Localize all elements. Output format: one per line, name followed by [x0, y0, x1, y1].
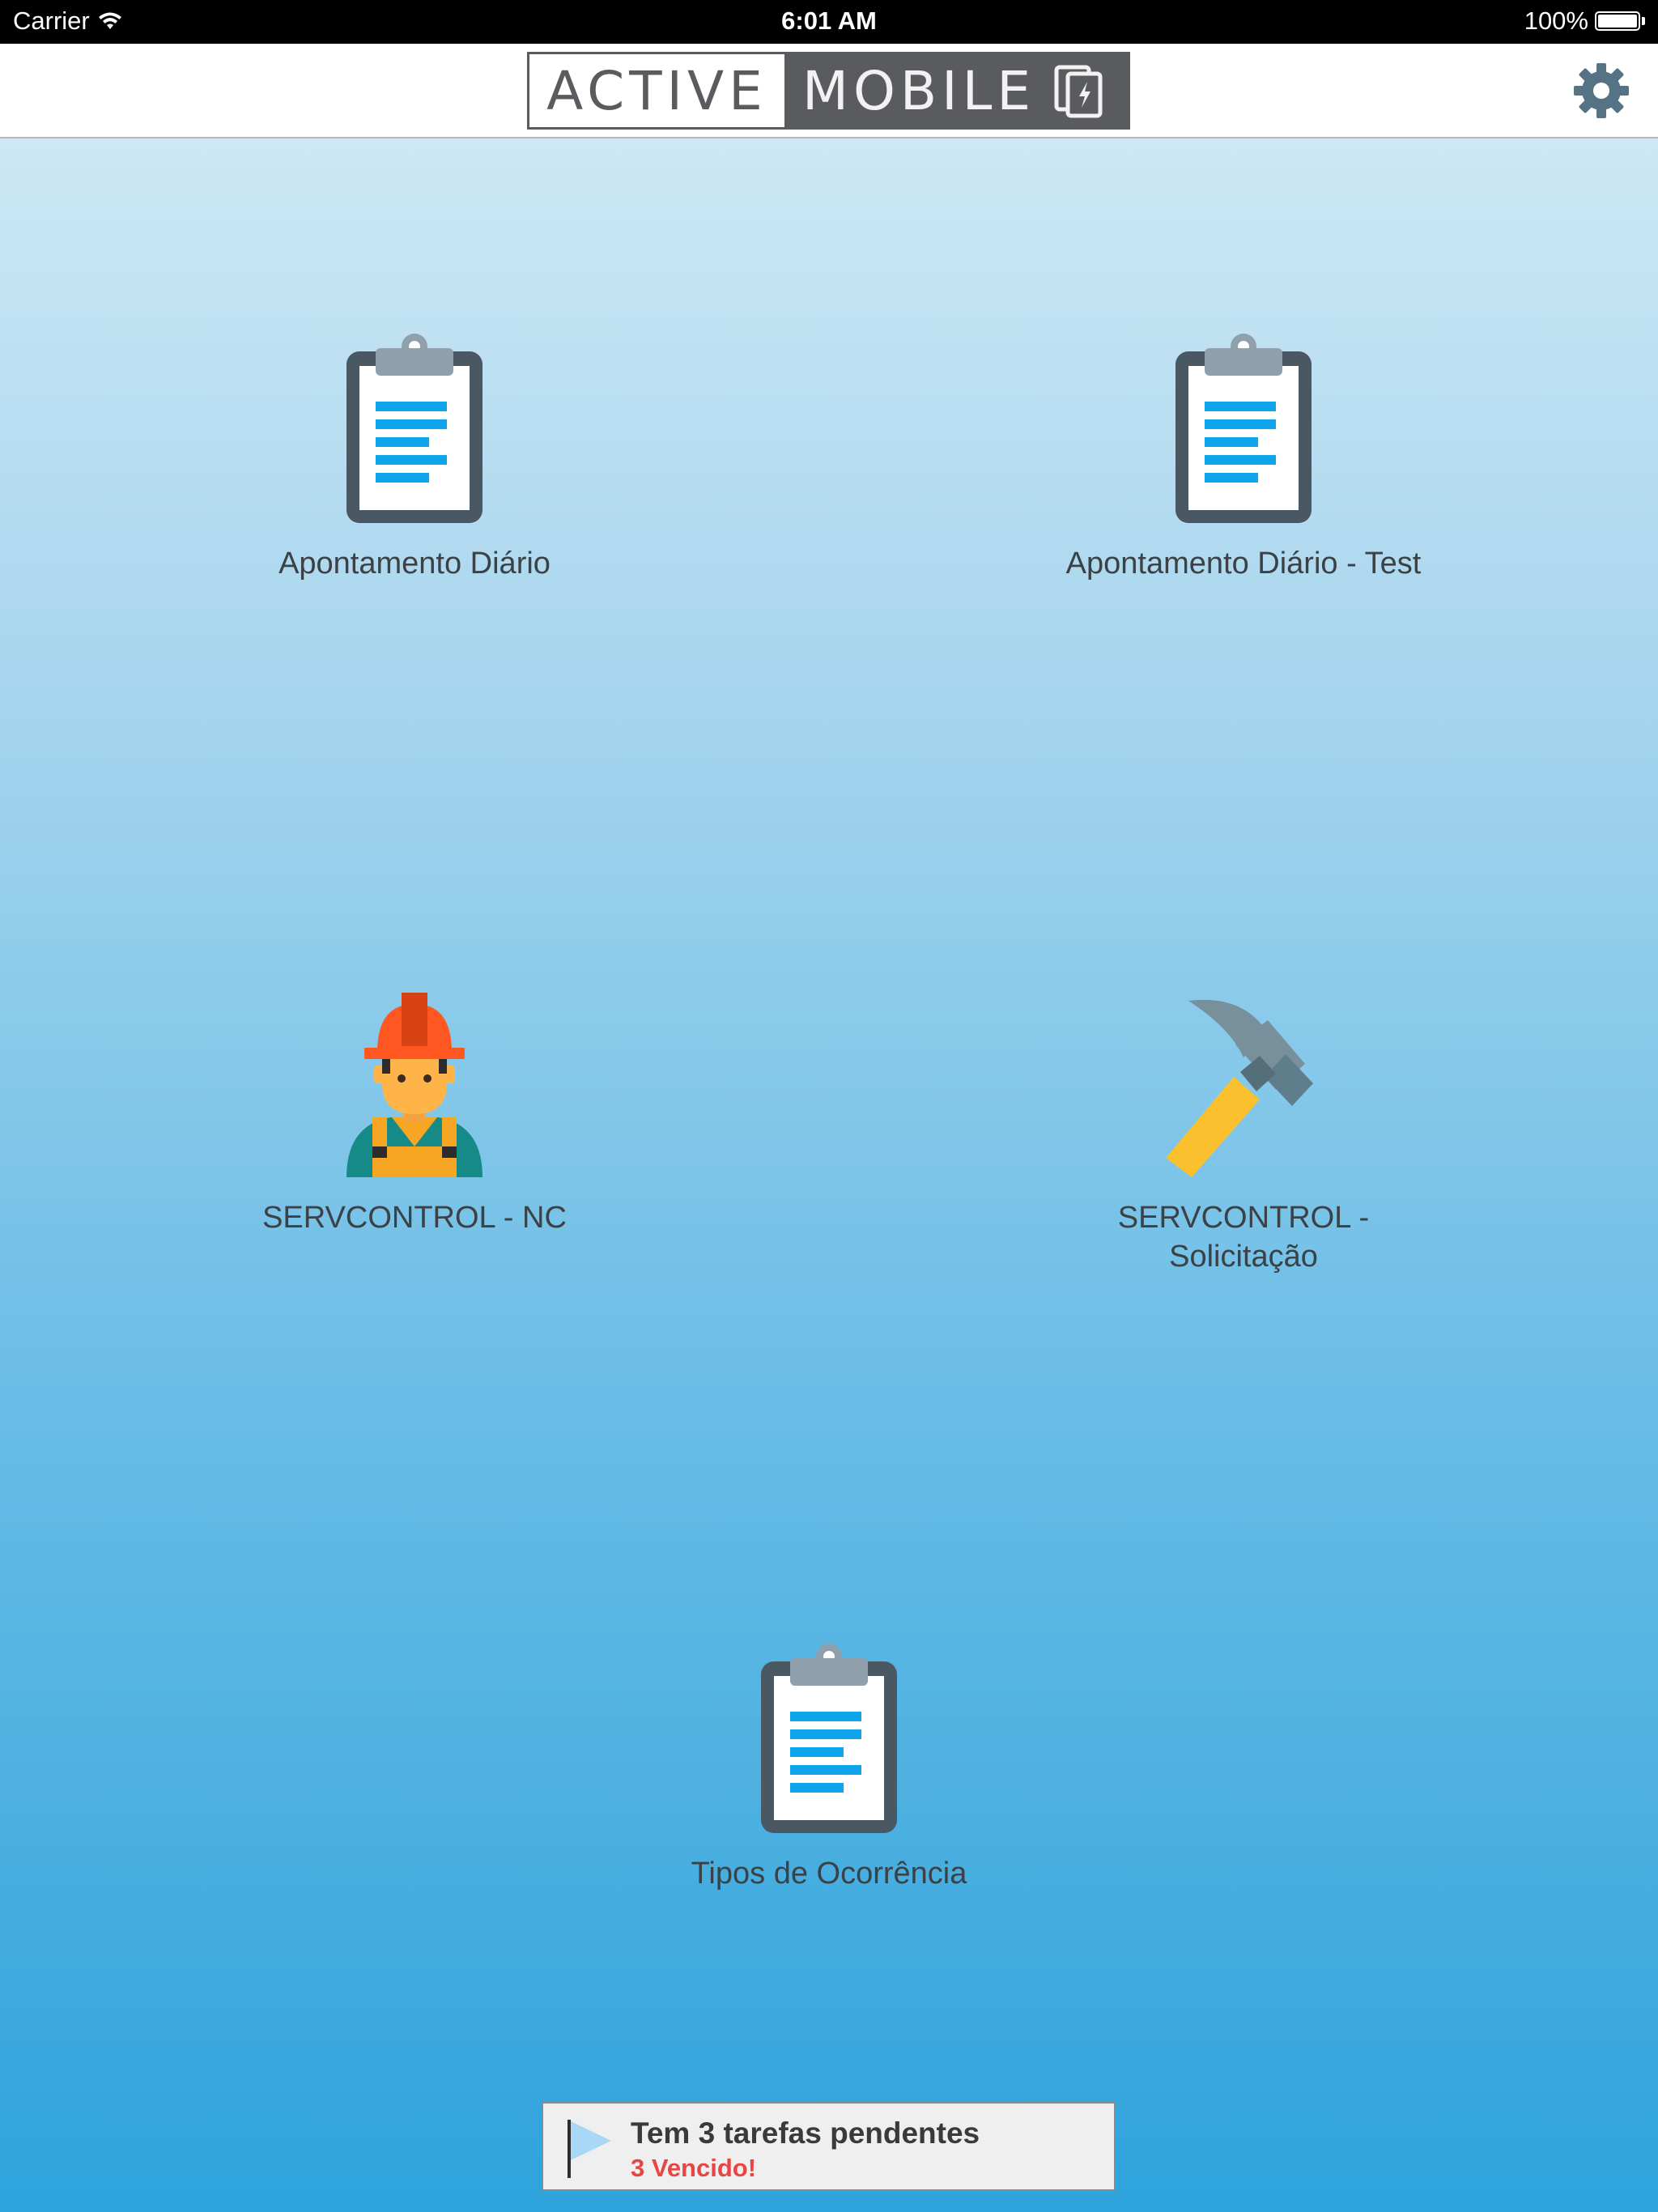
tile-apontamento-diario-test[interactable]: Apontamento Diário - Test	[1001, 334, 1486, 583]
nav-bar: ACTIVE MOBILE	[0, 44, 1658, 138]
tile-tipos-de-ocorrencia[interactable]: Tipos de Ocorrência	[586, 1644, 1072, 1893]
tile-label: Apontamento Diário	[278, 547, 551, 581]
flag-icon	[568, 2120, 611, 2178]
battery-icon	[1595, 11, 1640, 31]
tile-label: Apontamento Diário - Test	[1065, 547, 1422, 581]
pending-tasks-notification[interactable]: Tem 3 tarefas pendentes 3 Vencido!	[542, 2102, 1116, 2191]
tile-label: Tipos de Ocorrência	[691, 1857, 967, 1891]
battery-percent: 100%	[1524, 6, 1588, 35]
active-mobile-logo: ACTIVE MOBILE	[527, 52, 1130, 130]
gear-icon[interactable]	[1572, 62, 1630, 120]
tile-label: SERVCONTROL - NC	[262, 1201, 567, 1235]
status-time: 6:01 AM	[781, 6, 877, 35]
notification-subtitle: 3 Vencido!	[631, 2154, 757, 2182]
tile-apontamento-diario[interactable]: Apontamento Diário	[172, 334, 657, 583]
tile-servcontrol-nc[interactable]: SERVCONTROL - NC	[172, 988, 657, 1237]
clipboard-icon	[1171, 334, 1316, 528]
battery-indicator: 100%	[1524, 6, 1645, 36]
tile-label: SERVCONTROL - Solicitação	[1117, 1201, 1370, 1274]
logo-mobile-text: MOBILE	[802, 59, 1036, 122]
logo-active-text: ACTIVE	[529, 54, 784, 127]
battery-tip	[1642, 17, 1645, 25]
notification-title: Tem 3 tarefas pendentes	[631, 2116, 980, 2150]
status-bar: Carrier 6:01 AM 100%	[0, 0, 1658, 44]
clipboard-icon	[756, 1644, 902, 1838]
logo-device-icon	[1054, 65, 1103, 118]
tile-servcontrol-solicitacao[interactable]: SERVCONTROL - Solicitação	[1001, 988, 1486, 1276]
hammer-icon	[1166, 999, 1313, 1177]
app-screen: Carrier 6:01 AM 100% ACTIVE MOBILE Apont…	[0, 0, 1658, 2212]
worker-icon	[346, 993, 483, 1177]
logo-mobile-block: MOBILE	[784, 54, 1128, 127]
clipboard-icon	[342, 334, 487, 528]
